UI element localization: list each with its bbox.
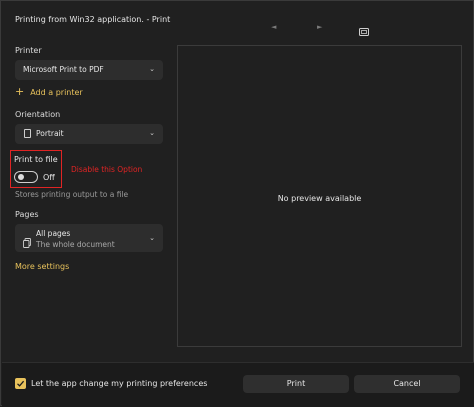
pages-selected-subtitle: The whole document [36, 240, 115, 249]
toggle-state-label: Off [43, 173, 55, 182]
orientation-dropdown[interactable]: Portrait ⌄ [15, 124, 163, 144]
orientation-label: Orientation [15, 110, 61, 119]
orientation-selected: Portrait [36, 129, 64, 138]
preview-message: No preview available [277, 194, 362, 203]
window-title: Printing from Win32 application. - Print [15, 15, 171, 24]
chevron-down-icon: ⌄ [149, 65, 155, 73]
preview-pane: No preview available [177, 45, 462, 347]
previous-page-icon[interactable]: ◄ [271, 23, 276, 31]
cancel-button[interactable]: Cancel [354, 375, 460, 393]
print-to-file-description: Stores printing output to a file [15, 190, 129, 199]
printer-label: Printer [15, 46, 42, 55]
add-printer-label: Add a printer [30, 87, 83, 97]
portrait-icon [24, 129, 31, 138]
pages-dropdown[interactable]: All pages The whole document ⌄ [15, 224, 163, 252]
print-dialog: Printing from Win32 application. - Print… [0, 0, 474, 407]
checkmark-icon [17, 380, 25, 387]
print-button[interactable]: Print [243, 375, 349, 393]
plus-icon: + [15, 85, 25, 98]
app-preferences-label: Let the app change my printing preferenc… [31, 379, 208, 388]
pages-icon [23, 233, 31, 248]
more-settings-link[interactable]: More settings [15, 262, 69, 271]
next-page-icon[interactable]: ► [317, 23, 322, 31]
app-preferences-checkbox[interactable] [15, 378, 26, 389]
pages-selected-title: All pages [36, 229, 71, 238]
add-printer-link[interactable]: + Add a printer [15, 86, 83, 98]
pages-label: Pages [15, 210, 39, 219]
print-to-file-toggle[interactable] [14, 171, 38, 183]
toggle-knob [18, 174, 24, 180]
fit-page-icon[interactable] [358, 22, 370, 36]
chevron-down-icon: ⌄ [149, 234, 155, 242]
print-to-file-label: Print to file [14, 155, 58, 164]
printer-selected: Microsoft Print to PDF [23, 65, 104, 74]
annotation-text: Disable this Option [71, 165, 143, 174]
printer-dropdown[interactable]: Microsoft Print to PDF ⌄ [15, 60, 163, 80]
chevron-down-icon: ⌄ [149, 129, 155, 137]
